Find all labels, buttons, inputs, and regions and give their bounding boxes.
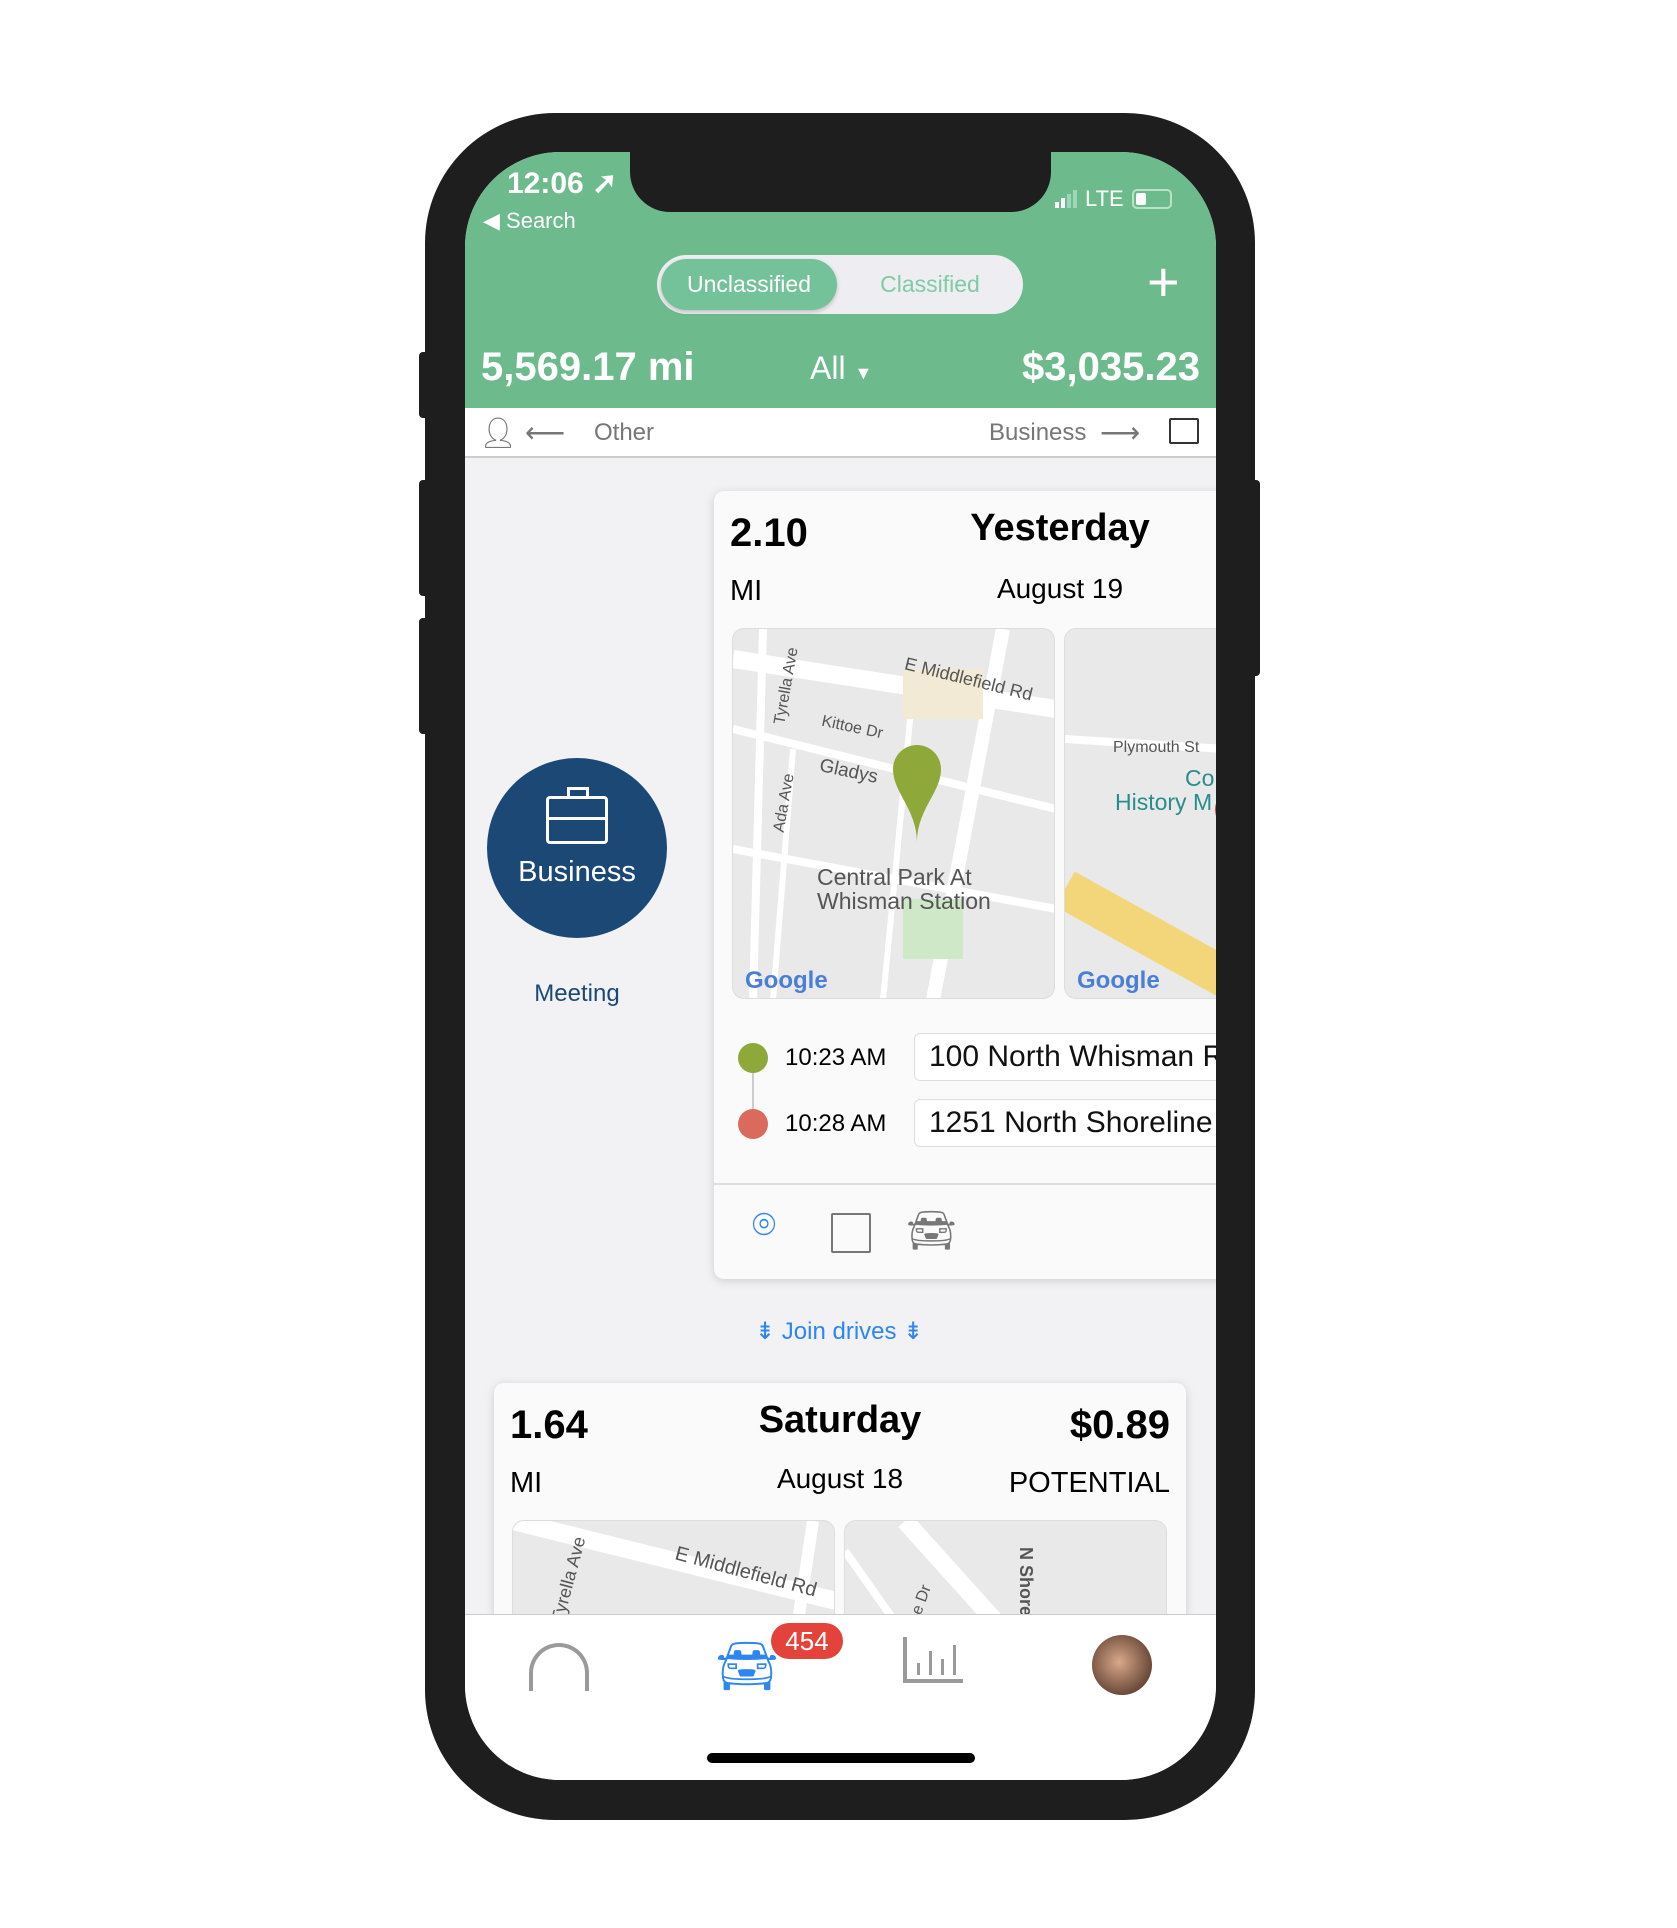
status-right: LTE bbox=[1055, 186, 1172, 212]
drive-distance: 1.64 bbox=[510, 1403, 588, 1447]
business-classify-button[interactable]: Business bbox=[487, 758, 667, 938]
other-label: Other bbox=[594, 419, 655, 446]
business-button-label: Business bbox=[518, 856, 636, 888]
start-dot-icon bbox=[738, 1043, 768, 1073]
start-time: 10:23 AM bbox=[785, 1044, 887, 1071]
route-line bbox=[752, 1073, 754, 1111]
end-dot-icon bbox=[738, 1109, 768, 1139]
screen: 12:06 ➚ ◀ Search LTE Unclassified Classi… bbox=[465, 152, 1216, 1780]
divider bbox=[714, 1183, 1216, 1185]
purpose-label[interactable]: Meeting bbox=[487, 980, 667, 1008]
filter-dropdown[interactable]: All ▼ bbox=[810, 350, 872, 387]
person-icon: 👤︎ bbox=[479, 417, 518, 450]
tab-profile-avatar[interactable] bbox=[1092, 1635, 1152, 1695]
end-pin-icon bbox=[1215, 803, 1216, 816]
join-drives-button[interactable]: ⇟ Join drives ⇟ bbox=[755, 1317, 923, 1346]
value-label: POTENTIAL bbox=[1008, 1467, 1170, 1499]
time: 12:06 bbox=[507, 167, 584, 200]
poi-line: Whisman Station bbox=[817, 888, 991, 914]
briefcase-icon bbox=[546, 787, 608, 844]
map-label: Co bbox=[1185, 765, 1215, 791]
back-label: Search bbox=[506, 208, 576, 233]
business-label: Business bbox=[989, 419, 1087, 446]
battery-icon bbox=[1131, 189, 1172, 209]
status-time: 12:06 ➚ bbox=[507, 166, 617, 201]
car-icon[interactable]: 🚘︎ bbox=[906, 1207, 957, 1254]
location-arrow-icon: ➚ bbox=[592, 167, 618, 200]
signal-icon bbox=[1055, 190, 1077, 208]
notes-icon[interactable] bbox=[831, 1213, 871, 1253]
distance-unit: MI bbox=[510, 1467, 543, 1499]
tab-bar: 🚘︎ 454 bbox=[465, 1614, 1216, 1780]
drive-date: August 19 bbox=[996, 573, 1124, 604]
end-map[interactable]: Plymouth St History M Co Google bbox=[1064, 628, 1216, 999]
back-to-search[interactable]: ◀ Search bbox=[483, 208, 576, 234]
poi-line: Central Park At bbox=[817, 864, 972, 890]
map-poi: Central Park At Whisman Station bbox=[817, 865, 991, 913]
start-map[interactable]: E Middlefield Rd Tyrella Ave Kittoe Dr G… bbox=[732, 628, 1055, 999]
classification-segmented-control: Unclassified Classified bbox=[657, 255, 1023, 314]
google-logo: Google bbox=[745, 967, 828, 994]
arrow-left-icon: ⟵ bbox=[525, 417, 566, 448]
tab-drives-car-icon[interactable]: 🚘︎ bbox=[715, 1637, 778, 1696]
arrow-right-icon: ⟶ bbox=[1100, 417, 1141, 448]
drive-card[interactable]: 2.10 MI Yesterday August 19 E Middlefiel… bbox=[714, 491, 1216, 1279]
home-indicator bbox=[707, 1753, 975, 1763]
drive-date: August 18 bbox=[776, 1463, 904, 1494]
briefcase-icon bbox=[1169, 418, 1199, 444]
end-address[interactable]: 1251 North Shoreline Blvd bbox=[914, 1099, 1216, 1147]
map-label: History M bbox=[1115, 789, 1213, 815]
drive-distance: 2.10 bbox=[730, 511, 808, 555]
map-label: N Shore bbox=[1016, 1546, 1037, 1617]
drive-day: Yesterday bbox=[970, 507, 1150, 549]
drive-value: $0.89 bbox=[1069, 1403, 1170, 1447]
start-address[interactable]: 100 North Whisman Rd bbox=[914, 1033, 1216, 1081]
tab-unclassified[interactable]: Unclassified bbox=[661, 259, 837, 310]
tab-dashboard-gauge-icon[interactable] bbox=[529, 1643, 589, 1691]
network-label: LTE bbox=[1085, 186, 1124, 211]
unclassified-badge: 454 bbox=[771, 1623, 843, 1659]
caret-down-icon: ▼ bbox=[854, 363, 873, 383]
google-logo: Google bbox=[1077, 967, 1160, 994]
end-time: 10:28 AM bbox=[785, 1110, 887, 1137]
swipe-hint-bar: 👤︎ ⟵ Other Business ⟶ bbox=[465, 408, 1216, 458]
location-pin-icon[interactable]: ⌾ bbox=[752, 1203, 776, 1248]
distance-unit: MI bbox=[730, 575, 763, 607]
total-miles: 5,569.17 mi bbox=[481, 345, 695, 389]
total-value: $3,035.23 bbox=[1022, 345, 1200, 389]
notch bbox=[630, 152, 1051, 212]
add-drive-button[interactable]: + bbox=[1147, 252, 1180, 312]
filter-label: All bbox=[810, 350, 846, 386]
map-label: Plymouth St bbox=[1113, 739, 1200, 756]
join-label: Join drives bbox=[781, 1318, 897, 1345]
tab-classified[interactable]: Classified bbox=[842, 255, 1018, 314]
tab-reports-chart-icon[interactable] bbox=[903, 1637, 963, 1683]
drive-day: Saturday bbox=[758, 1399, 922, 1441]
